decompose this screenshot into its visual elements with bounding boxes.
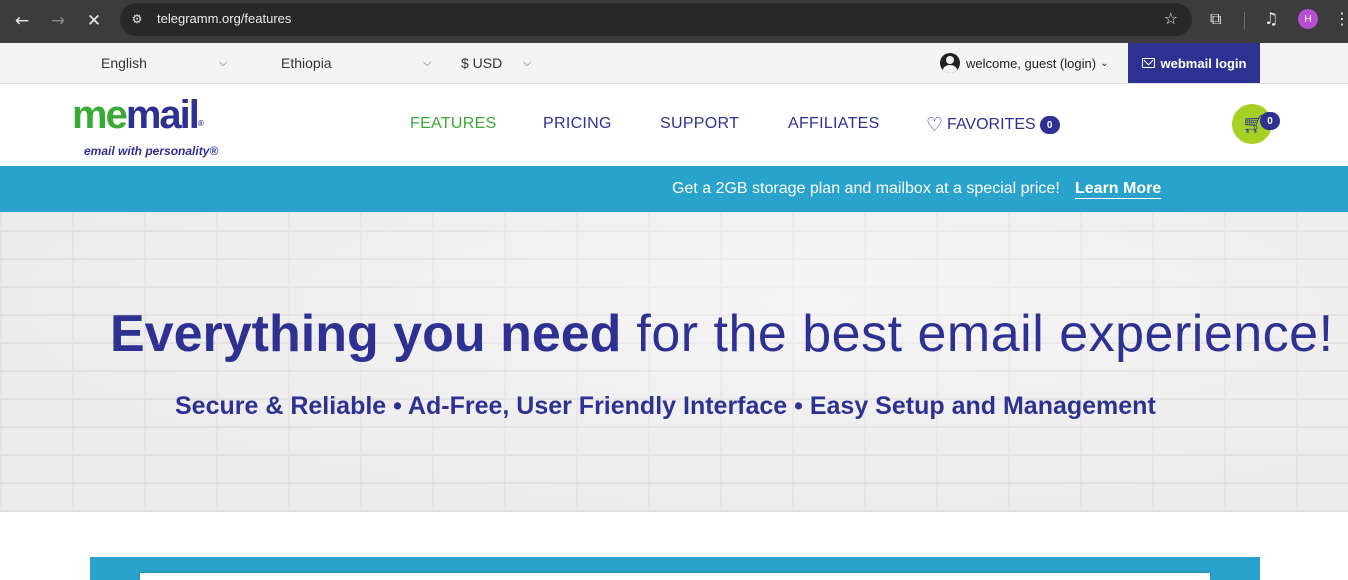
headline-light: for the best email experience! [621, 305, 1334, 363]
nav-pricing[interactable]: PRICING [543, 115, 612, 133]
hero-headline: Everything you need for the best email e… [110, 304, 1334, 364]
site-info-icon[interactable]: ⚙ [129, 11, 145, 27]
profile-avatar[interactable]: H [1298, 9, 1318, 29]
logo-tagline: email with personality® [84, 144, 219, 158]
webmail-login-button[interactable]: webmail login [1128, 43, 1260, 83]
forward-icon[interactable]: → [44, 8, 72, 34]
nav-support[interactable]: SUPPORT [660, 115, 739, 133]
headline-strong: Everything you need [110, 305, 622, 363]
logo-wordmark: memail® [72, 93, 204, 137]
chevron-down-icon: ⌵ [523, 56, 532, 69]
cart-count-badge: 0 [1260, 112, 1280, 130]
bookmark-star-icon[interactable]: ☆ [1164, 9, 1178, 28]
stop-loading-icon[interactable]: ✕ [80, 8, 108, 34]
nav-affiliates[interactable]: AFFILIATES [788, 115, 880, 133]
hero-section: Everything you need for the best email e… [0, 212, 1348, 512]
extensions-icon[interactable]: ⧉ [1210, 9, 1221, 29]
chevron-down-icon: ⌵ [219, 56, 228, 69]
guest-login-text: welcome, guest (login) [966, 55, 1097, 71]
media-control-icon[interactable]: ♫ [1264, 9, 1278, 28]
language-value: English [101, 55, 147, 71]
chevron-down-icon: ⌵ [423, 56, 432, 69]
hero-subline: Secure & Reliable • Ad-Free, User Friend… [175, 392, 1156, 420]
currency-select[interactable]: $ USD ⌵ [461, 55, 531, 71]
user-icon [940, 53, 960, 73]
country-value: Ethiopia [281, 55, 332, 71]
caret-down-icon: ⌄ [1100, 57, 1109, 69]
back-icon[interactable]: ← [8, 8, 36, 34]
language-select[interactable]: English ⌵ [101, 55, 227, 71]
promo-banner: Get a 2GB storage plan and mailbox at a … [0, 166, 1348, 212]
currency-value: $ USD [461, 55, 503, 71]
promo-text: Get a 2GB storage plan and mailbox at a … [672, 180, 1060, 197]
cart-button[interactable]: 🛒︎ 0 [1232, 104, 1280, 144]
nav-favorites[interactable]: ♡ FAVORITES 0 [926, 114, 1060, 136]
heart-icon: ♡ [926, 114, 944, 136]
content-card [140, 573, 1210, 580]
country-select[interactable]: Ethiopia ⌵ [281, 55, 431, 71]
nav-features[interactable]: FEATURES [410, 115, 497, 133]
browser-menu-icon[interactable]: ⋮ [1334, 9, 1348, 28]
browser-toolbar: ← → ✕ ⚙ telegramm.org/features ☆ ⧉ ♫ H ⋮ [0, 0, 1348, 43]
learn-more-link[interactable]: Learn More [1075, 180, 1162, 199]
url-text[interactable]: telegramm.org/features [157, 11, 291, 26]
webmail-login-label: webmail login [1160, 55, 1247, 71]
address-bar[interactable]: ⚙ telegramm.org/features ☆ [120, 3, 1192, 36]
memail-logo[interactable]: memail® email with personality® [72, 95, 218, 158]
favorites-count-badge: 0 [1039, 116, 1060, 134]
envelope-icon [1141, 58, 1155, 68]
main-navigation: memail® email with personality® FEATURES… [0, 84, 1348, 166]
guest-login-menu[interactable]: welcome, guest (login) ⌄ [940, 53, 1108, 73]
favorites-label: FAVORITES [947, 116, 1036, 133]
toolbar-divider [1244, 12, 1245, 30]
